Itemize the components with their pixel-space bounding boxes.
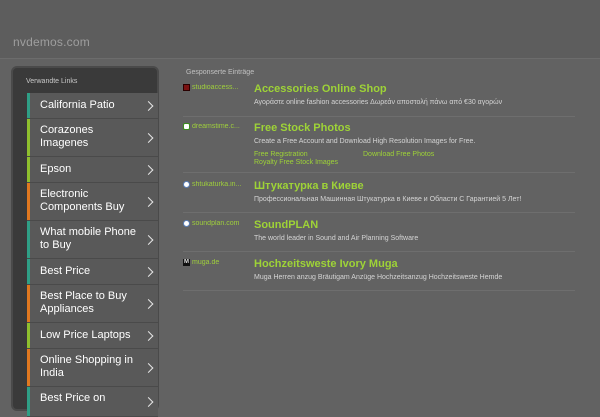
sidebar-item-label: Best Price on	[40, 392, 106, 404]
site-domain[interactable]: nvdemos.com	[13, 35, 90, 49]
divider	[183, 212, 575, 213]
entry-source[interactable]: studioaccess...	[183, 84, 253, 91]
royalty-free-images-link[interactable]: Royalty Free Stock Images	[254, 159, 338, 166]
color-bar	[27, 285, 30, 322]
entry-source[interactable]: M muga.de	[183, 259, 253, 266]
sidebar-item-label: Online Shopping in India	[40, 354, 133, 379]
chevron-right-icon	[143, 234, 154, 245]
chevron-right-icon	[143, 164, 154, 175]
related-links-list: California Patio Corazones Imagenes Epso…	[27, 93, 158, 417]
top-bar: nvdemos.com	[0, 0, 600, 59]
entry-source-text: soundplan.com	[192, 220, 240, 227]
chevron-right-icon	[143, 298, 154, 309]
sidebar-item-label: Epson	[40, 163, 72, 175]
entry-description: Профессиональная Машинная Штукатурка в К…	[254, 196, 522, 203]
entry-description: Muga Herren anzug Bräutigam Anzüge Hochz…	[254, 274, 503, 281]
color-bar	[27, 183, 30, 220]
entry-description: Create a Free Account and Download High …	[254, 138, 476, 145]
globe-icon	[183, 181, 190, 188]
sidebar-item-epson[interactable]: Epson	[27, 157, 158, 183]
sidebar-item-what-mobile-phone[interactable]: What mobile Phone to Buy	[27, 221, 158, 259]
sidebar-item-label: Low Price Laptops	[40, 329, 131, 341]
color-bar	[27, 157, 30, 182]
chevron-right-icon	[143, 266, 154, 277]
chevron-right-icon	[143, 196, 154, 207]
sidebar-item-electronic-components-buy[interactable]: Electronic Components Buy	[27, 183, 158, 221]
sidebar-item-label: Electronic Components Buy	[40, 188, 125, 213]
entry-source-text: muga.de	[192, 259, 220, 266]
sidebar-item-california-patio[interactable]: California Patio	[27, 93, 158, 119]
entry-source-text: studioaccess...	[192, 84, 239, 91]
related-links-sidebar: Verwandte Links California Patio Corazon…	[11, 66, 159, 417]
download-free-photos-link[interactable]: Download Free Photos	[363, 151, 434, 158]
color-bar	[27, 387, 30, 416]
entry-source-text: shtukaturka.in...	[192, 181, 242, 188]
divider	[183, 172, 575, 173]
entry-title-link[interactable]: Free Stock Photos	[254, 122, 351, 134]
divider	[183, 290, 575, 291]
divider	[183, 251, 575, 252]
entry-source[interactable]: soundplan.com	[183, 220, 253, 227]
sidebar-item-label: Corazones Imagenes	[40, 124, 94, 149]
sidebar-title: Verwandte Links	[26, 78, 78, 85]
entry-description: The world leader in Sound and Air Planni…	[254, 235, 419, 242]
entry-title-link[interactable]: SoundPLAN	[254, 219, 318, 231]
entry-source-text: dreamstime.c...	[192, 123, 240, 130]
sidebar-item-label: Best Place to Buy Appliances	[40, 290, 127, 315]
muga-icon: M	[183, 259, 190, 266]
red-square-icon	[183, 84, 190, 91]
color-bar	[27, 349, 30, 386]
sidebar-item-online-shopping-india[interactable]: Online Shopping in India	[27, 349, 158, 387]
entry-title-link[interactable]: Hochzeitsweste Ivory Muga	[254, 258, 398, 270]
sidebar-item-label: What mobile Phone to Buy	[40, 226, 136, 251]
sidebar-item-best-place-appliances[interactable]: Best Place to Buy Appliances	[27, 285, 158, 323]
entry-source[interactable]: shtukaturka.in...	[183, 181, 253, 188]
sponsored-heading: Gesponserte Einträge	[186, 69, 255, 76]
entry-source[interactable]: dreamstime.c...	[183, 123, 253, 130]
sidebar-item-best-price-on[interactable]: Best Price on	[27, 387, 158, 417]
sidebar-item-label: California Patio	[40, 99, 115, 111]
free-registration-link[interactable]: Free Registration	[254, 151, 308, 158]
entry-title-link[interactable]: Accessories Online Shop	[254, 83, 387, 95]
chevron-right-icon	[143, 330, 154, 341]
divider	[183, 116, 575, 117]
chevron-right-icon	[143, 362, 154, 373]
entry-title-link[interactable]: Штукатурка в Киеве	[254, 180, 364, 192]
entry-description: Αγοράστε online fashion accessories Δωρε…	[254, 99, 503, 106]
chevron-right-icon	[143, 132, 154, 143]
sidebar-item-corazones-imagenes[interactable]: Corazones Imagenes	[27, 119, 158, 157]
color-bar	[27, 259, 30, 284]
color-bar	[27, 93, 30, 118]
sidebar-item-label: Best Price	[40, 265, 91, 277]
color-bar	[27, 221, 30, 258]
globe-icon	[183, 220, 190, 227]
chevron-right-icon	[143, 396, 154, 407]
color-bar	[27, 323, 30, 348]
sidebar-item-best-price[interactable]: Best Price	[27, 259, 158, 285]
sidebar-item-low-price-laptops[interactable]: Low Price Laptops	[27, 323, 158, 349]
dreamstime-icon	[183, 123, 190, 130]
color-bar	[27, 119, 30, 156]
chevron-right-icon	[143, 100, 154, 111]
